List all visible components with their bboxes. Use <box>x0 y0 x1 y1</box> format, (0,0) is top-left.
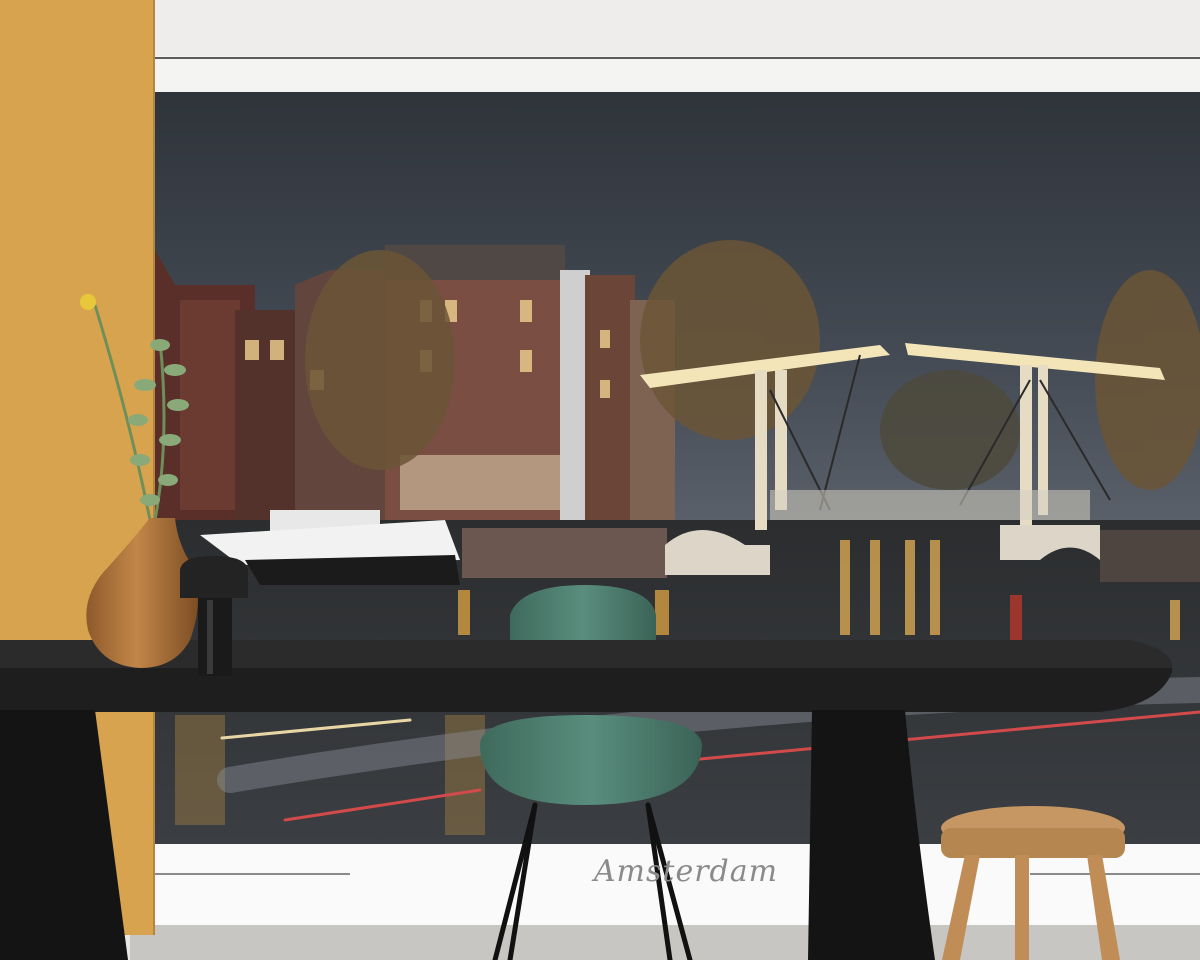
top-frame-band <box>150 56 1200 92</box>
mural-caption: Amsterdam <box>593 854 779 889</box>
quay-wall <box>462 528 667 578</box>
room-scene <box>0 0 1200 960</box>
far-quay <box>1100 530 1200 582</box>
